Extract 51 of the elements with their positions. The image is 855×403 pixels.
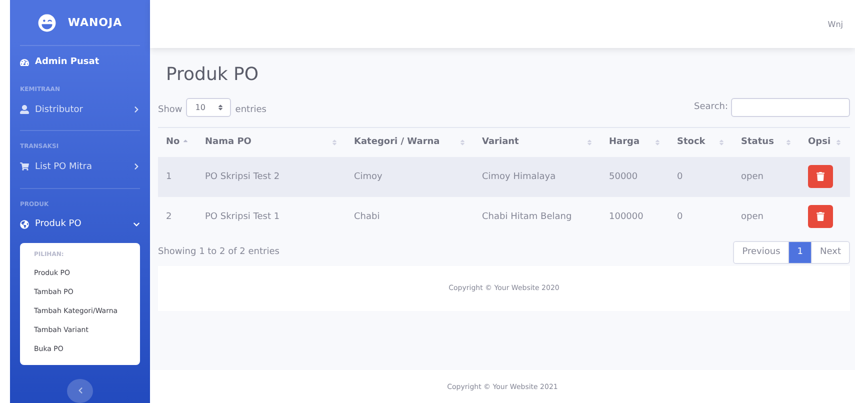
brand-name[interactable]: WANOJA (68, 16, 122, 30)
table-cell: 50000 (601, 156, 669, 196)
sort-icon (785, 138, 792, 146)
sort-icon (586, 138, 593, 146)
delete-button[interactable] (808, 205, 833, 228)
user-icon (20, 105, 29, 114)
sort-icon (459, 138, 466, 146)
table-cell: 0 (669, 196, 733, 236)
chevron-down-icon (133, 220, 140, 228)
table-cell: Chabi Hitam Belang (474, 196, 601, 236)
table-cell: open (733, 156, 800, 196)
table-cell: 1 (158, 156, 197, 196)
sort-icon (654, 138, 661, 146)
sort-icon (835, 138, 842, 146)
table-cell: PO Skripsi Test 1 (197, 196, 346, 236)
page-button[interactable]: 1 (788, 242, 812, 262)
cart-icon (20, 162, 29, 172)
entries-label: entries (235, 104, 266, 115)
table-info: Showing 1 to 2 of 2 entries (158, 247, 280, 257)
page-title: Produk PO (166, 64, 260, 87)
search-field[interactable] (731, 98, 850, 116)
nav-item[interactable]: Admin Pusat (10, 46, 150, 78)
sort-icon (718, 138, 725, 146)
trash-icon (816, 172, 825, 181)
trash-icon (816, 212, 825, 221)
table-cell: Cimoy Himalaya (474, 156, 601, 196)
laughing-face-icon (38, 14, 56, 32)
search-label: Search: (694, 102, 728, 112)
table-cell: PO Skripsi Test 2 (197, 156, 346, 196)
nav-item[interactable]: List PO Mitra (10, 150, 150, 184)
page-button[interactable]: Previous (734, 242, 788, 262)
table-cell: open (733, 196, 800, 236)
gauge-icon (20, 58, 29, 67)
page-button[interactable]: Next (811, 242, 849, 262)
sort-icon (217, 104, 224, 112)
chevron-right-icon (133, 163, 140, 170)
globe-icon (20, 220, 29, 229)
chevron-right-icon (133, 106, 140, 114)
table-cell: 2 (158, 196, 197, 236)
table-cell: Cimoy (346, 156, 474, 196)
user-name[interactable]: Wnj (828, 20, 843, 28)
chevron-left-icon (76, 387, 84, 394)
table-cell: 0 (669, 156, 733, 196)
delete-button[interactable] (808, 165, 833, 188)
table-cell: Chabi (346, 196, 474, 236)
show-label: Show (158, 104, 182, 115)
nav-item[interactable]: Produk PO (10, 208, 150, 241)
nav-item[interactable]: Distributor (10, 92, 150, 126)
table-cell: 100000 (601, 196, 669, 236)
sort-icon (331, 138, 338, 146)
entries-select[interactable]: 10 (186, 98, 232, 118)
